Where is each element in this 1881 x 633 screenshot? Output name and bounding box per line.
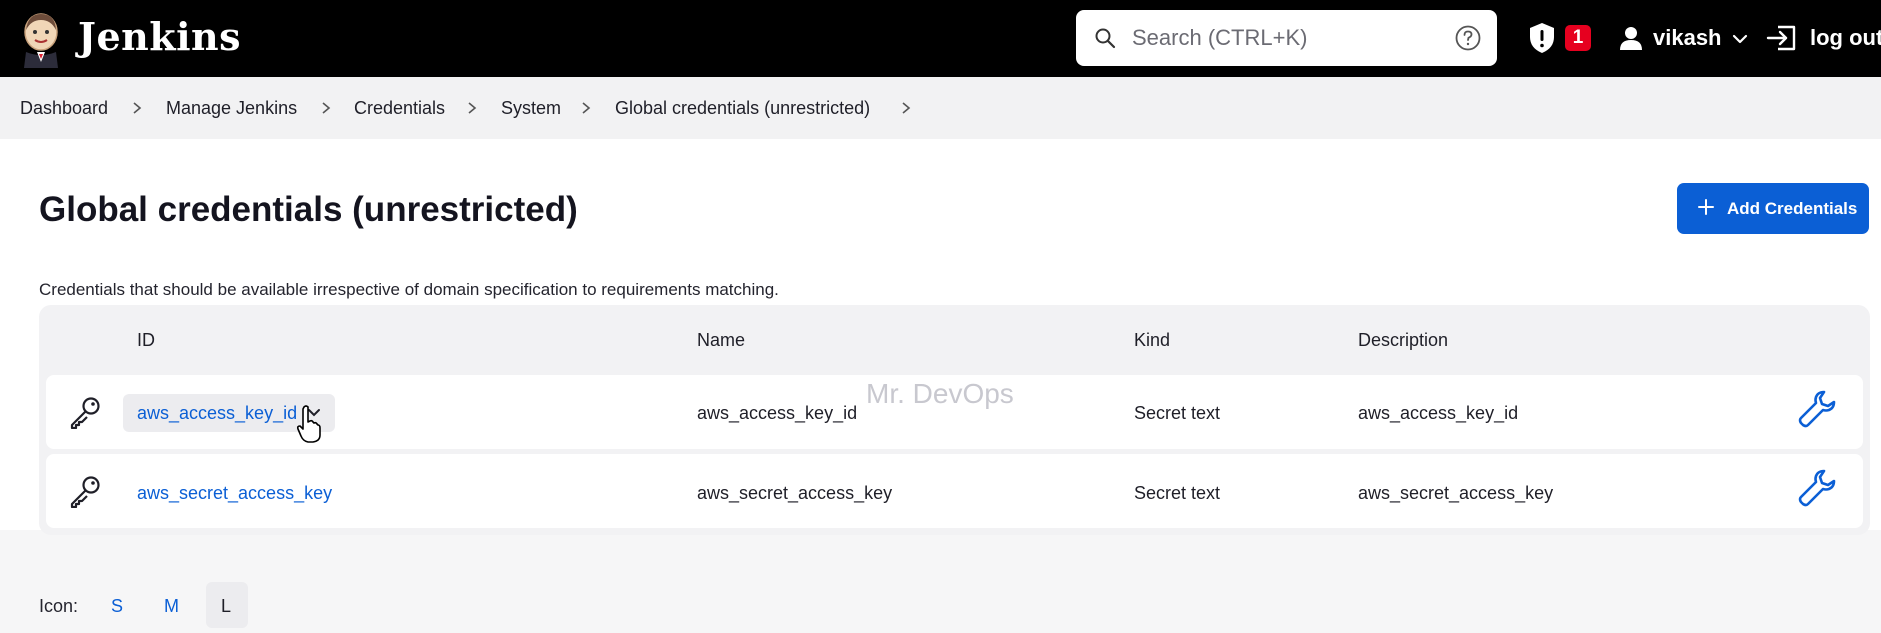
chevron-right-icon (322, 102, 331, 114)
breadcrumb-manage-jenkins[interactable]: Manage Jenkins (166, 98, 297, 119)
hand-cursor-icon (296, 405, 321, 443)
add-credentials-button[interactable]: Add Credentials (1677, 183, 1869, 234)
footer-area (0, 530, 1881, 633)
icon-size-large[interactable]: L (221, 596, 231, 617)
credential-kind: Secret text (1134, 403, 1221, 423)
top-header: Jenkins 1 vikash log out (0, 0, 1881, 77)
credential-name: aws_access_key_id (697, 403, 858, 423)
credential-id-link[interactable]: aws_secret_access_key (137, 483, 332, 504)
search-input[interactable] (1132, 20, 1432, 56)
chevron-right-icon (468, 102, 477, 114)
search-box[interactable] (1076, 10, 1497, 66)
credential-description: aws_secret_access_key (1358, 483, 1554, 503)
key-icon (70, 476, 100, 508)
user-icon[interactable] (1618, 25, 1644, 51)
page-title: Global credentials (unrestricted) (39, 190, 578, 229)
user-name[interactable]: vikash (1653, 25, 1722, 51)
column-header-name: Name (697, 330, 746, 350)
plus-icon (1698, 199, 1714, 215)
logout-link[interactable]: log out (1810, 25, 1881, 51)
jenkins-logo-icon[interactable] (18, 10, 64, 68)
add-credentials-label: Add Credentials (1727, 199, 1858, 218)
brand-name[interactable]: Jenkins (78, 14, 241, 59)
breadcrumb-dashboard[interactable]: Dashboard (20, 98, 108, 119)
key-icon (70, 397, 100, 429)
chevron-right-icon (582, 102, 591, 114)
chevron-down-icon[interactable] (1731, 30, 1749, 48)
wrench-icon[interactable] (1796, 388, 1838, 430)
breadcrumb-global-credentials[interactable]: Global credentials (unrestricted) (615, 98, 870, 119)
breadcrumb: Dashboard Manage Jenkins Credentials Sys… (0, 77, 1881, 139)
column-header-kind: Kind (1134, 330, 1171, 350)
credential-name: aws_secret_access_key (697, 483, 893, 503)
icon-size-medium[interactable]: M (164, 596, 179, 617)
search-icon (1095, 28, 1116, 49)
credential-id-link[interactable]: aws_access_key_id (137, 403, 297, 424)
wrench-icon[interactable] (1796, 467, 1838, 509)
column-header-id: ID (137, 330, 155, 350)
chevron-right-icon (133, 102, 142, 114)
icon-size-small[interactable]: S (111, 596, 123, 617)
credential-description: aws_access_key_id (1358, 403, 1519, 423)
security-alert-badge[interactable]: 1 (1565, 25, 1591, 51)
security-shield-icon[interactable] (1528, 22, 1556, 54)
breadcrumb-credentials[interactable]: Credentials (354, 98, 445, 119)
page-description: Credentials that should be available irr… (39, 280, 779, 299)
logout-icon[interactable] (1766, 24, 1798, 52)
chevron-right-icon[interactable] (900, 101, 912, 115)
breadcrumb-system[interactable]: System (501, 98, 561, 119)
column-header-description: Description (1358, 330, 1449, 350)
help-icon[interactable] (1455, 25, 1481, 51)
watermark: Mr. DevOps (866, 378, 1014, 409)
credential-kind: Secret text (1134, 483, 1221, 503)
icon-size-label: Icon: (39, 596, 79, 616)
